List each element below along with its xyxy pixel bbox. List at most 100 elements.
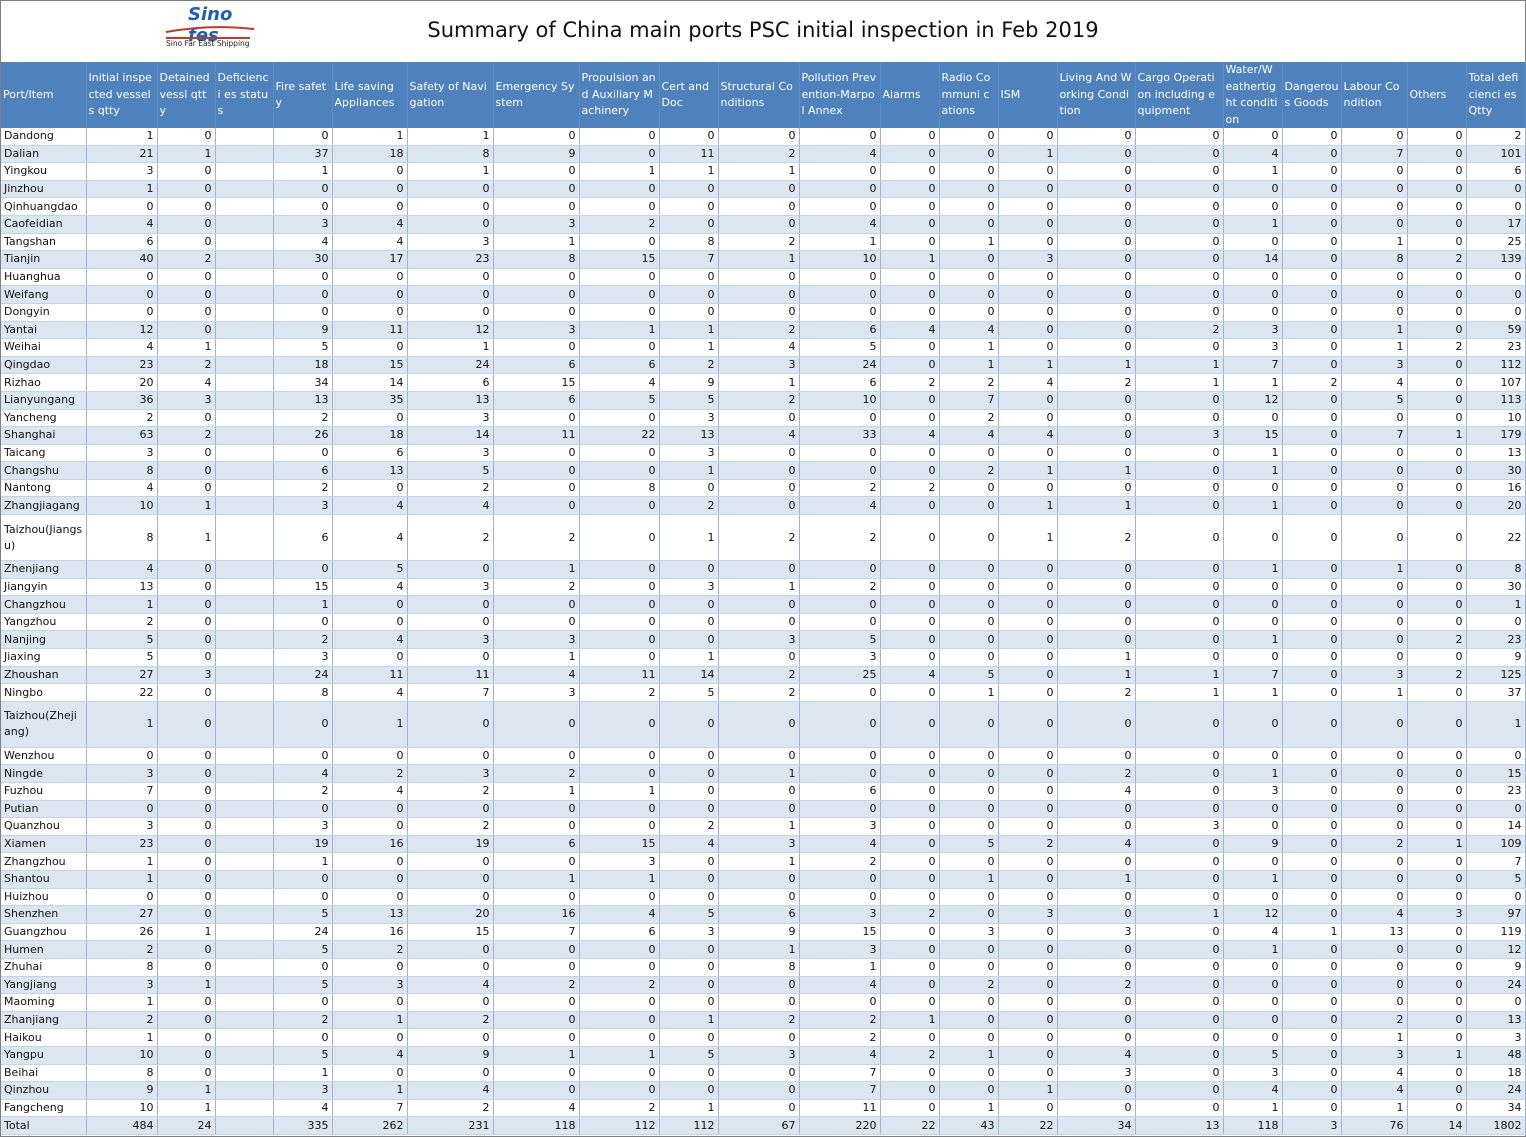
value-cell: 3: [332, 976, 408, 995]
value-cell: 0: [799, 268, 881, 287]
value-cell: 1: [273, 162, 333, 181]
value-cell: 3: [1282, 1116, 1342, 1135]
value-cell: 1: [86, 870, 158, 889]
value-cell: 4: [332, 782, 408, 801]
port-name-cell: Yangzhou: [1, 613, 87, 632]
value-cell: 0: [880, 800, 940, 819]
value-cell: 6: [1466, 162, 1526, 181]
value-cell: 0: [1282, 303, 1342, 322]
value-cell: 3: [407, 409, 494, 428]
value-cell: 1: [998, 514, 1058, 562]
value-cell: 0: [939, 180, 999, 199]
value-cell: 0: [799, 162, 881, 181]
value-cell: 0: [157, 560, 216, 579]
value-cell: 0: [579, 444, 660, 463]
value-cell: 0: [1407, 233, 1467, 252]
value-cell: 1: [1223, 940, 1283, 959]
value-cell: 4: [799, 215, 881, 234]
value-cell: 179: [1466, 426, 1526, 445]
value-cell: 0: [799, 461, 881, 480]
value-cell: 0: [1057, 1028, 1136, 1047]
spreadsheet: Sino fes Sino Far East Shipping Summary …: [0, 0, 1526, 1137]
value-cell: 4: [407, 976, 494, 995]
value-cell: 0: [1466, 613, 1526, 632]
value-cell: 4: [273, 764, 333, 783]
value-cell: 118: [1223, 1116, 1283, 1135]
value-cell: [215, 800, 274, 819]
value-cell: 48: [1466, 1046, 1526, 1065]
value-cell: 2: [1407, 250, 1467, 269]
value-cell: 12: [407, 321, 494, 340]
value-cell: 0: [1282, 666, 1342, 685]
value-cell: 0: [579, 268, 660, 287]
value-cell: 0: [1282, 145, 1342, 164]
value-cell: 0: [1135, 701, 1224, 748]
value-cell: 0: [1282, 993, 1342, 1012]
value-cell: 36: [86, 391, 158, 410]
value-cell: 0: [939, 285, 999, 304]
value-cell: 231: [407, 1116, 494, 1135]
value-cell: 0: [1341, 800, 1408, 819]
value-cell: 0: [998, 958, 1058, 977]
value-cell: 0: [998, 870, 1058, 889]
value-cell: 1: [407, 338, 494, 357]
value-cell: 0: [273, 958, 333, 977]
value-cell: 0: [939, 764, 999, 783]
value-cell: 67: [718, 1116, 800, 1135]
value-cell: 1: [1223, 444, 1283, 463]
value-cell: 30: [1466, 461, 1526, 480]
value-cell: 0: [998, 782, 1058, 801]
value-cell: 0: [1135, 595, 1224, 614]
value-cell: 0: [493, 285, 580, 304]
value-cell: 0: [1407, 391, 1467, 410]
value-cell: [215, 852, 274, 871]
value-cell: 2: [493, 514, 580, 562]
port-name-cell: Rizhao: [1, 373, 87, 392]
value-cell: 0: [939, 940, 999, 959]
value-cell: 0: [1057, 578, 1136, 597]
value-cell: 0: [1341, 128, 1408, 146]
value-cell: 0: [1341, 613, 1408, 632]
value-cell: 125: [1466, 666, 1526, 685]
value-cell: 0: [332, 817, 408, 836]
value-cell: 2: [273, 479, 333, 498]
value-cell: 0: [659, 613, 719, 632]
value-cell: 2: [407, 479, 494, 498]
header-row: Port/Item Initial inspected vessels qtty D…: [1, 62, 1526, 128]
value-cell: 0: [579, 701, 660, 748]
value-cell: 112: [579, 1116, 660, 1135]
table-row: Xiamen 23 0 19 16 19 6 15 4 3 4 0 5 2 4 0 9 0 2 1 109: [1, 835, 1526, 854]
value-cell: 0: [579, 560, 660, 579]
value-cell: 0: [1341, 852, 1408, 871]
value-cell: 9: [1466, 958, 1526, 977]
value-cell: 0: [880, 648, 940, 667]
value-cell: 40: [86, 250, 158, 269]
column-header: Detained vessl qtty: [157, 62, 216, 128]
value-cell: 1: [86, 128, 158, 146]
value-cell: 10: [1466, 409, 1526, 428]
value-cell: 3: [1223, 321, 1283, 340]
column-header: Safety of Navigation: [407, 62, 494, 128]
table-row: Qinhuangdao 0 0 0 0 0 0 0 0 0 0 0 0 0 0 0 0 0 0 0 0: [1, 197, 1526, 216]
value-cell: 0: [659, 1064, 719, 1083]
value-cell: 0: [157, 268, 216, 287]
value-cell: 1: [998, 1081, 1058, 1100]
value-cell: 0: [407, 993, 494, 1012]
value-cell: 0: [579, 461, 660, 480]
value-cell: 0: [157, 303, 216, 322]
value-cell: 0: [407, 747, 494, 766]
value-cell: 1: [799, 233, 881, 252]
value-cell: 0: [1341, 870, 1408, 889]
value-cell: 0: [157, 888, 216, 907]
value-cell: 0: [659, 630, 719, 650]
value-cell: 1: [1135, 373, 1224, 392]
value-cell: 2: [407, 514, 494, 562]
value-cell: 0: [998, 800, 1058, 819]
port-name-cell: Taizhou(Zhejiang): [1, 701, 87, 748]
value-cell: 0: [1407, 461, 1467, 480]
value-cell: 5: [659, 905, 719, 924]
value-cell: 5: [273, 940, 333, 959]
value-cell: 7: [332, 1099, 408, 1118]
table-row: Nantong 4 0 2 0 2 0 8 0 0 2 2 0 0 0 0 0 0 0 0 16: [1, 479, 1526, 498]
value-cell: 0: [1135, 197, 1224, 216]
